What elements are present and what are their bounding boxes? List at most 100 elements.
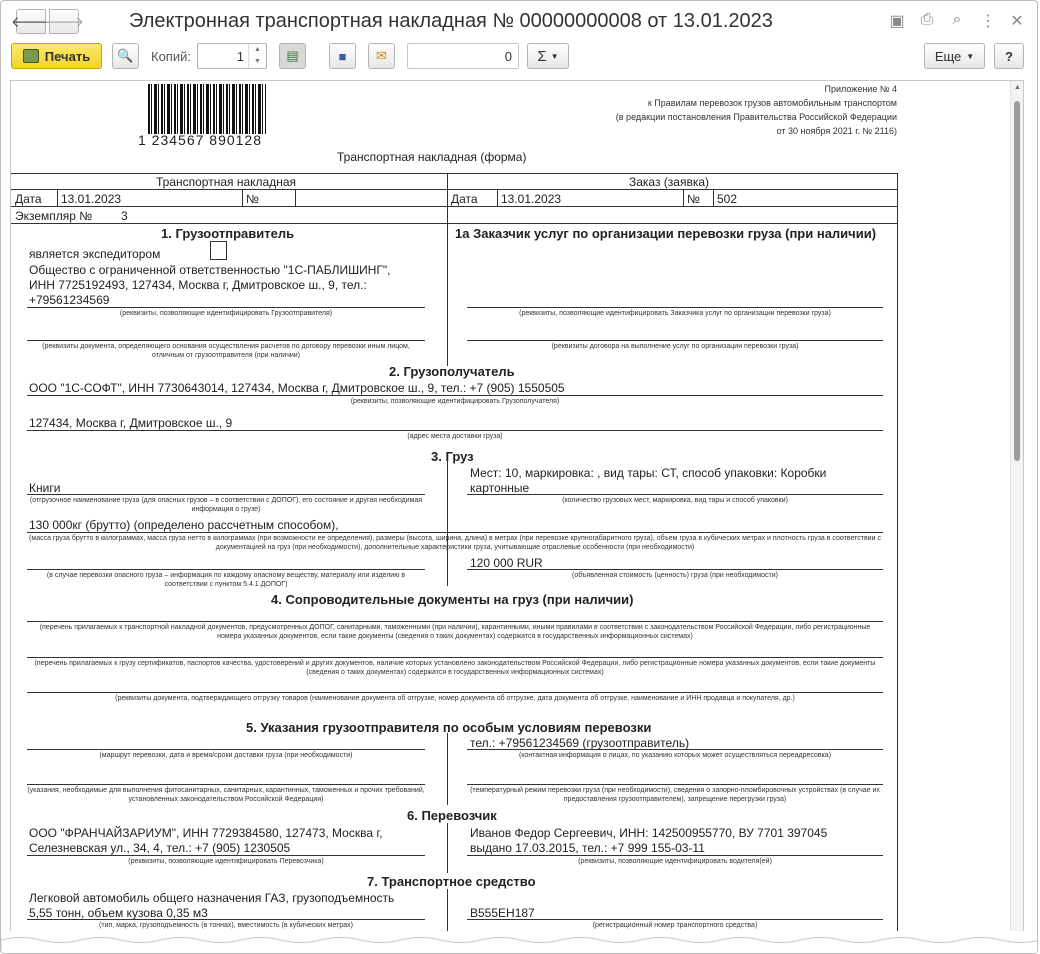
dropdown-icon: ▼ [550,51,559,61]
order-number-value: 502 [717,192,738,206]
appendix-line: от 30 ноября 2021 г. № 2116) [776,126,897,136]
caption: (указания, необходимые для выполнения фи… [27,787,425,803]
order-date-label: Дата [451,192,478,206]
caption: (перечень прилагаемых к транспортной нак… [39,624,871,640]
section-6-title: 6. Перевозчик [407,808,497,823]
document-window: 🡐 🡒 Электронная транспортная накладная №… [0,0,1038,954]
form-title: Транспортная накладная (форма) [337,150,527,164]
shipper-text: ИНН 7725192493, 127434, Москва г, Дмитро… [29,278,367,292]
caption: (реквизиты, позволяющие идентифицировать… [519,310,831,317]
edit-sheet-icon: ▤ [286,48,299,63]
shipper-text: +79561234569 [29,293,110,307]
appendix-line: (в редакции постановления Правительства … [615,112,897,122]
printer-icon [22,49,39,63]
caption: (контактная информация о лицах, по указа… [518,752,832,759]
delivery-address: 127434, Москва г, Дмитровское ш., 9 [29,416,233,430]
envelope-icon: ✉ [376,48,387,63]
forward-button[interactable]: 🡒 [44,9,84,34]
copy-label: Экземпляр № [15,209,93,223]
barcode [148,84,266,134]
caption: (реквизиты документа, подтверждающего от… [115,695,795,702]
scroll-up-icon[interactable]: ▲ [1011,84,1023,91]
edit-toggle-button[interactable]: ▤ [279,43,306,69]
consignee-text: ООО "1С-СОФТ", ИНН 7730643014, 127434, М… [29,381,565,395]
caption: (адрес места доставки груза) [407,433,503,440]
driver-text: Иванов Федор Сергеевич, ИНН: 14250095577… [470,826,828,840]
caption: (перечень прилагаемых к грузу сертификат… [34,660,876,676]
back-button[interactable]: 🡐 [11,9,51,34]
section-3-title: 3. Груз [431,449,474,464]
more-vertical-icon[interactable]: ⋮ [978,11,998,31]
sum-field[interactable]: 0 [407,43,519,69]
window-title: Электронная транспортная накладная № 000… [129,10,773,32]
magnifier-page-icon: 🔍 [117,48,134,63]
close-icon[interactable]: ✕ [1007,11,1027,31]
arrow-right-icon: 🡒 [43,14,85,31]
caption: (реквизиты договора на выполнение услуг … [551,343,799,350]
declared-value: 120 000 RUR [470,556,543,570]
email-button[interactable]: ✉ [368,43,395,69]
sigma-icon: Σ [537,47,547,65]
appendix-line: Приложение № 4 [824,84,897,94]
stepper-arrows-icon[interactable]: ▲ ▼ [248,44,266,68]
vehicle-plate: В555ЕН187 [470,906,535,920]
section-1a-title: 1а Заказчик услуг по организации перевоз… [455,226,877,241]
preview-button[interactable]: 🔍 [112,43,139,69]
carrier-text: Селезневская ул., 34, 4, тел.: +7 (905) … [29,841,291,855]
document-area[interactable]: 1 234567 890128 Приложение № 4 к Правила… [10,80,1024,950]
contact-info: тел.: +79561234569 (грузоотправитель) [470,736,690,750]
caption: (в случае перевозки опасного груза – инф… [46,572,406,588]
toolbar: Печать 🔍 Копий: 1 ▲ ▼ ▤ ■ ✉ 0 Σ ▼ Еще ▼ ? [1,41,1037,75]
vehicle-text: Легковой автомобиль общего назначения ГА… [29,891,395,905]
number-label: № [246,192,259,206]
cargo-mass: 130 000кг (брутто) (определено рассчетны… [29,518,339,532]
caption: (температурный режим перевозки груза (пр… [470,787,880,803]
tn-header: Транспортная накладная [156,175,297,189]
cargo-name: Книги [29,481,61,495]
vehicle-text: 5,55 тонн, объем кузова 0,35 м3 [29,906,208,920]
caption: (тип, марка, грузоподъемность (в тоннах)… [99,922,353,929]
print-button[interactable]: Печать [11,43,102,69]
date-value: 13.01.2023 [61,192,122,206]
title-bar: 🡐 🡒 Электронная транспортная накладная №… [1,1,1037,41]
vertical-scrollbar[interactable]: ▲ ▼ [1010,81,1023,949]
copies-label: Копий: [151,49,191,64]
date-label: Дата [15,192,42,206]
section-2-title: 2. Грузополучатель [389,364,515,379]
shipper-text: Общество с ограниченной ответственностью… [29,263,391,277]
order-date-value: 13.01.2023 [501,192,562,206]
copy-value: 3 [121,209,128,223]
preview-icon[interactable]: ⌕ [947,11,967,29]
transport-waybill: 1 234567 890128 Приложение № 4 к Правила… [11,81,1011,949]
carrier-text: ООО "ФРАНЧАЙЗАРИУМ", ИНН 7729384580, 127… [29,826,383,840]
driver-text: выдано 17.03.2015, тел.: +7 999 155-03-1… [470,841,705,855]
order-header: Заказ (заявка) [629,175,710,189]
save-button[interactable]: ■ [329,43,356,69]
barcode-number: 1 234567 890128 [138,132,262,148]
section-1-title: 1. Грузоотправитель [161,226,295,241]
expeditor-label: является экспедитором [29,247,161,261]
save-icon[interactable]: ▣ [887,11,907,31]
more-button[interactable]: Еще ▼ [924,43,985,69]
help-button[interactable]: ? [994,43,1024,69]
caption: (масса груза брутто в килограммах, масса… [29,535,881,551]
dropdown-icon: ▼ [966,51,975,61]
section-5-title: 5. Указания грузоотправителя по особым у… [246,720,652,735]
expeditor-checkbox[interactable] [210,241,227,260]
floppy-icon: ■ [338,48,347,64]
order-number-label: № [687,192,700,206]
cargo-places: картонные [470,481,530,495]
copies-stepper[interactable]: 1 ▲ ▼ [197,43,267,69]
caption: (реквизиты документа, определяющего осно… [42,343,410,359]
torn-edge [1,931,1037,953]
sum-menu-button[interactable]: Σ ▼ [527,43,569,69]
caption: (отгрузочное наименование груза (для опа… [29,497,423,513]
more-label: Еще [934,48,962,64]
caption: (объявленная стоимость (ценность) груза … [572,572,778,579]
caption: (реквизиты, позволяющие идентифицировать… [578,858,772,865]
copies-value: 1 [236,49,244,64]
caption: (реквизиты, позволяющие идентифицировать… [119,310,333,317]
print-icon[interactable]: ⎙ [917,11,937,29]
caption: (маршрут перевозки, дата и время/сроки д… [99,752,353,759]
scroll-thumb[interactable] [1014,101,1020,461]
